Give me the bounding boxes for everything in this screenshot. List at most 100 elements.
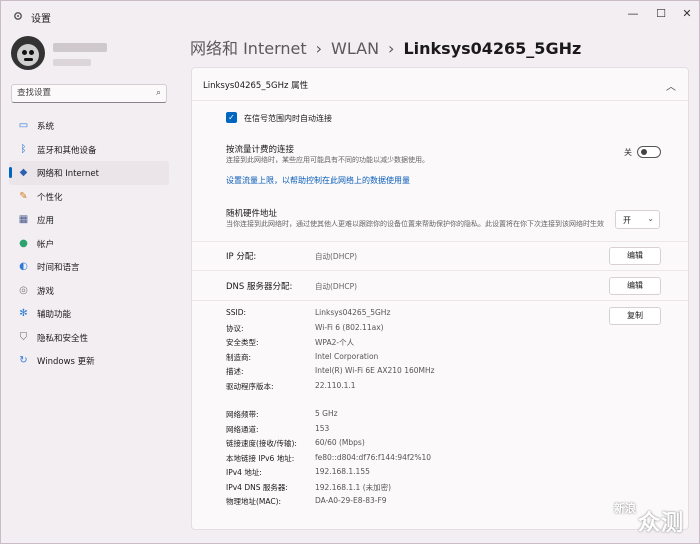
property-value: DA-A0-29-E8-83-F9 bbox=[315, 496, 387, 505]
sidebar-item[interactable]: ⛉ 隐私和安全性 bbox=[9, 326, 169, 350]
minimize-icon[interactable]: — bbox=[621, 4, 645, 24]
property-key: 协议: bbox=[226, 323, 244, 333]
globe-clock-icon: ◐ bbox=[19, 261, 28, 272]
property-key: 制造商: bbox=[226, 352, 252, 362]
property-value: 192.168.1.1 (未加密) bbox=[315, 482, 392, 492]
auto-connect-checkbox[interactable]: ✓ bbox=[226, 112, 237, 123]
sidebar-item-label: 帐户 bbox=[37, 239, 55, 250]
breadcrumb-wlan[interactable]: WLAN bbox=[331, 39, 379, 58]
property-value: fe80::d804:df76:f144:94f2%10 bbox=[315, 452, 432, 462]
account-email-redacted bbox=[53, 59, 91, 66]
update-icon: ↻ bbox=[19, 355, 28, 366]
settings-window: 设置 — ☐ ✕ ⌕ ▭ 系统 ᛒ 蓝牙和其他设备 ◆ 网络和 Internet ✎ 个性化 ▦… bbox=[0, 0, 700, 544]
search-icon[interactable]: ⌕ bbox=[156, 88, 161, 98]
search-box[interactable]: ⌕ bbox=[11, 84, 167, 103]
sidebar-item[interactable]: ◐ 时间和语言 bbox=[9, 255, 169, 279]
settings-app-icon bbox=[14, 12, 22, 20]
property-key: SSID: bbox=[226, 308, 247, 317]
property-key: 驱动程序版本: bbox=[226, 381, 274, 391]
chevron-down-icon: ⌄ bbox=[647, 214, 654, 223]
breadcrumb-network[interactable]: 网络和 Internet bbox=[190, 39, 307, 58]
sidebar-item[interactable]: ᛒ 蓝牙和其他设备 bbox=[9, 138, 169, 162]
sidebar-item[interactable]: ● 帐户 bbox=[9, 232, 169, 256]
sidebar-nav: ▭ 系统 ᛒ 蓝牙和其他设备 ◆ 网络和 Internet ✎ 个性化 ▦ 应用 ● 帐户 ◐ 时间和语言… bbox=[9, 114, 169, 373]
property-value: 60/60 (Mbps) bbox=[315, 438, 365, 447]
random-mac-value: 开 bbox=[623, 216, 631, 225]
sidebar-item[interactable]: ▦ 应用 bbox=[9, 208, 169, 232]
sidebar-item-label: 时间和语言 bbox=[37, 263, 80, 273]
sidebar-item-label: Windows 更新 bbox=[37, 357, 95, 367]
property-key: 物理地址(MAC): bbox=[226, 497, 282, 506]
brush-icon: ✎ bbox=[19, 190, 28, 202]
property-value: 153 bbox=[315, 423, 330, 433]
shield-icon: ⛉ bbox=[19, 331, 28, 343]
monitor-icon: ▭ bbox=[18, 120, 29, 131]
property-value: 5 GHz bbox=[315, 409, 338, 418]
random-mac-dropdown[interactable]: 开 ⌄ bbox=[615, 210, 660, 229]
copy-button[interactable]: 复制 bbox=[609, 307, 661, 325]
property-value: Wi-Fi 6 (802.11ax) bbox=[315, 322, 384, 332]
search-input[interactable] bbox=[17, 88, 147, 98]
sidebar-item-label: 个性化 bbox=[37, 192, 63, 203]
metered-toggle[interactable] bbox=[637, 146, 661, 158]
watermark-text: 众测 bbox=[638, 511, 685, 536]
properties-header[interactable]: Linksys04265_5GHz 属性 ︿ bbox=[192, 68, 688, 101]
metered-description: 连接到此网络时，某些应用可能具有不同的功能以减少数据使用。 bbox=[226, 156, 429, 164]
accessibility-icon: ✻ bbox=[19, 308, 28, 319]
apps-icon: ▦ bbox=[18, 214, 29, 225]
divider bbox=[192, 241, 688, 242]
metered-toggle-state: 关 bbox=[624, 148, 632, 157]
divider bbox=[192, 270, 688, 271]
dns-edit-button[interactable]: 编辑 bbox=[609, 277, 661, 295]
property-key: IPv4 地址: bbox=[226, 468, 262, 477]
dns-assignment-label: DNS 服务器分配: bbox=[226, 282, 293, 292]
breadcrumb: 网络和 Internet › WLAN › Linksys04265_5GHz bbox=[190, 35, 581, 59]
sidebar-item[interactable]: ✎ 个性化 bbox=[9, 185, 169, 209]
avatar[interactable] bbox=[11, 36, 45, 70]
sidebar-item[interactable]: ✻ 辅助功能 bbox=[9, 302, 169, 326]
property-key: 网络通道: bbox=[226, 424, 259, 434]
title-bar: 设置 — ☐ ✕ bbox=[1, 1, 699, 31]
close-icon[interactable]: ✕ bbox=[675, 4, 699, 24]
sidebar-item[interactable]: ↻ Windows 更新 bbox=[9, 349, 169, 373]
gamepad-icon: ◎ bbox=[19, 284, 28, 296]
properties-panel: Linksys04265_5GHz 属性 ︿ ✓ 在信号范围内时自动连接 按流量… bbox=[191, 67, 689, 530]
sidebar-item-label: 系统 bbox=[37, 122, 55, 132]
account-name-redacted bbox=[53, 43, 107, 52]
property-key: IPv4 DNS 服务器: bbox=[226, 482, 288, 492]
ip-edit-button[interactable]: 编辑 bbox=[609, 247, 661, 265]
property-key: 描述: bbox=[226, 367, 244, 376]
account-icon: ● bbox=[19, 237, 28, 249]
property-value: Linksys04265_5GHz bbox=[315, 308, 391, 317]
ip-assignment-label: IP 分配: bbox=[226, 252, 257, 262]
sidebar-item-label: 蓝牙和其他设备 bbox=[37, 145, 97, 156]
property-value: Intel Corporation bbox=[315, 351, 379, 361]
property-value: 22.110.1.1 bbox=[315, 380, 356, 390]
properties-title: Linksys04265_5GHz 属性 bbox=[203, 81, 309, 91]
bluetooth-icon: ᛒ bbox=[20, 143, 27, 155]
data-limit-link[interactable]: 设置流量上限，以帮助控制在此网络上的数据使用量 bbox=[226, 175, 410, 186]
watermark-logo: 新浪 众测 bbox=[614, 501, 692, 537]
metered-label: 按流量计费的连接 bbox=[226, 145, 295, 155]
sidebar-item-label: 网络和 Internet bbox=[37, 169, 99, 179]
wifi-icon: ◆ bbox=[19, 167, 28, 178]
random-mac-description: 当你连接到此网络时，通过使其他人更难以跟踪你的设备位置来帮助保护你的隐私。此设置… bbox=[226, 220, 604, 228]
watermark-box: 新浪 bbox=[614, 502, 636, 515]
sidebar-item-label: 隐私和安全性 bbox=[37, 333, 89, 344]
chevron-up-icon[interactable]: ︿ bbox=[666, 78, 676, 93]
property-key: 网络频带: bbox=[226, 410, 259, 419]
property-value: 192.168.1.155 bbox=[315, 467, 370, 476]
auto-connect-label: 在信号范围内时自动连接 bbox=[244, 114, 332, 123]
sidebar-item[interactable]: ▭ 系统 bbox=[9, 114, 169, 138]
property-key: 链接速度(接收/传输): bbox=[226, 439, 297, 448]
breadcrumb-separator-icon: › bbox=[315, 39, 323, 58]
ip-assignment-value: 自动(DHCP) bbox=[315, 252, 358, 261]
property-value: Intel(R) Wi-Fi 6E AX210 160MHz bbox=[315, 366, 435, 375]
maximize-icon[interactable]: ☐ bbox=[649, 4, 673, 24]
property-key: 安全类型: bbox=[226, 338, 259, 347]
app-title: 设置 bbox=[31, 14, 51, 25]
sidebar-item-label: 辅助功能 bbox=[37, 310, 72, 320]
page-title: Linksys04265_5GHz bbox=[403, 39, 582, 58]
sidebar-item[interactable]: ◎ 游戏 bbox=[9, 279, 169, 303]
sidebar-item[interactable]: ◆ 网络和 Internet bbox=[9, 161, 169, 185]
